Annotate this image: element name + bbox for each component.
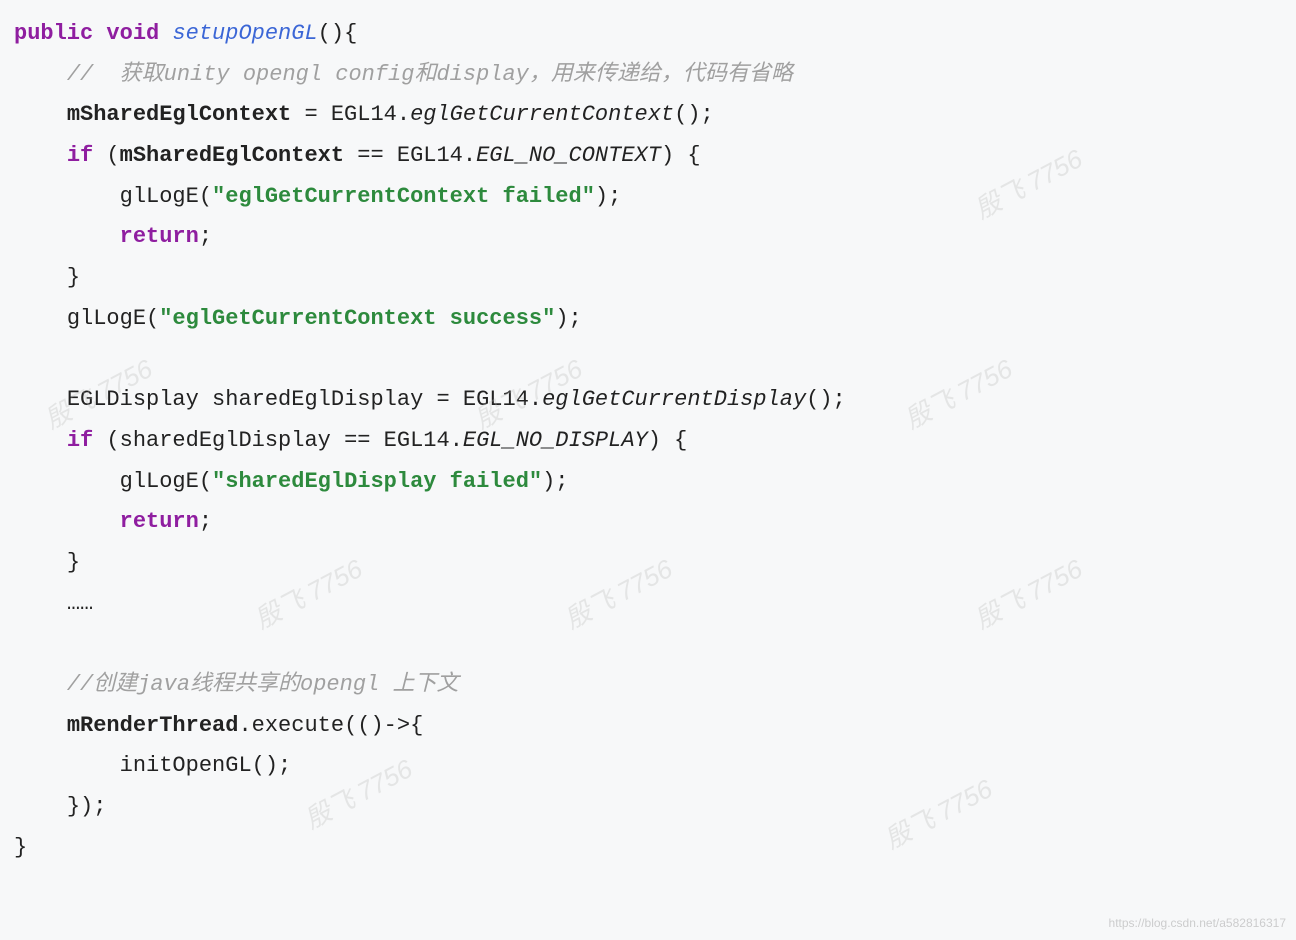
var-render-thread: mRenderThread [67, 713, 239, 738]
fn-initopengl: initOpenGL [120, 753, 252, 778]
keyword-public: public [14, 21, 93, 46]
ellipsis: …… [67, 591, 93, 616]
string-literal: "sharedEglDisplay failed" [212, 469, 542, 494]
method-getctx: eglGetCurrentContext [410, 102, 674, 127]
keyword-if: if [67, 143, 93, 168]
var-shared-ctx: mSharedEglContext [120, 143, 344, 168]
keyword-return: return [120, 224, 199, 249]
class-egl14: EGL14 [384, 428, 450, 453]
string-literal: "eglGetCurrentContext success" [159, 306, 555, 331]
const-no-ctx: EGL_NO_CONTEXT [476, 143, 661, 168]
fn-gllog: glLogE [120, 184, 199, 209]
method-getdisp: eglGetCurrentDisplay [542, 387, 806, 412]
class-egl14: EGL14 [331, 102, 397, 127]
code-block: public void setupOpenGL(){ // 获取unity op… [14, 14, 1296, 868]
function-name: setupOpenGL [172, 21, 317, 46]
var-disp: sharedEglDisplay [212, 387, 423, 412]
fn-gllog: glLogE [67, 306, 146, 331]
class-egl14: EGL14 [397, 143, 463, 168]
const-no-disp: EGL_NO_DISPLAY [463, 428, 648, 453]
keyword-void: void [106, 21, 159, 46]
var-shared-ctx: mSharedEglContext [67, 102, 291, 127]
keyword-if: if [67, 428, 93, 453]
string-literal: "eglGetCurrentContext failed" [212, 184, 595, 209]
class-egl14: EGL14 [463, 387, 529, 412]
method-execute: execute [252, 713, 344, 738]
fn-gllog: glLogE [120, 469, 199, 494]
comment-line: // 获取unity opengl config和display，用来传递给，代… [67, 62, 793, 87]
footer-watermark: https://blog.csdn.net/a582816317 [1109, 912, 1286, 934]
type-egldisplay: EGLDisplay [67, 387, 199, 412]
keyword-return: return [120, 509, 199, 534]
var-disp: sharedEglDisplay [120, 428, 331, 453]
comment-line: //创建java线程共享的opengl 上下文 [67, 672, 459, 697]
